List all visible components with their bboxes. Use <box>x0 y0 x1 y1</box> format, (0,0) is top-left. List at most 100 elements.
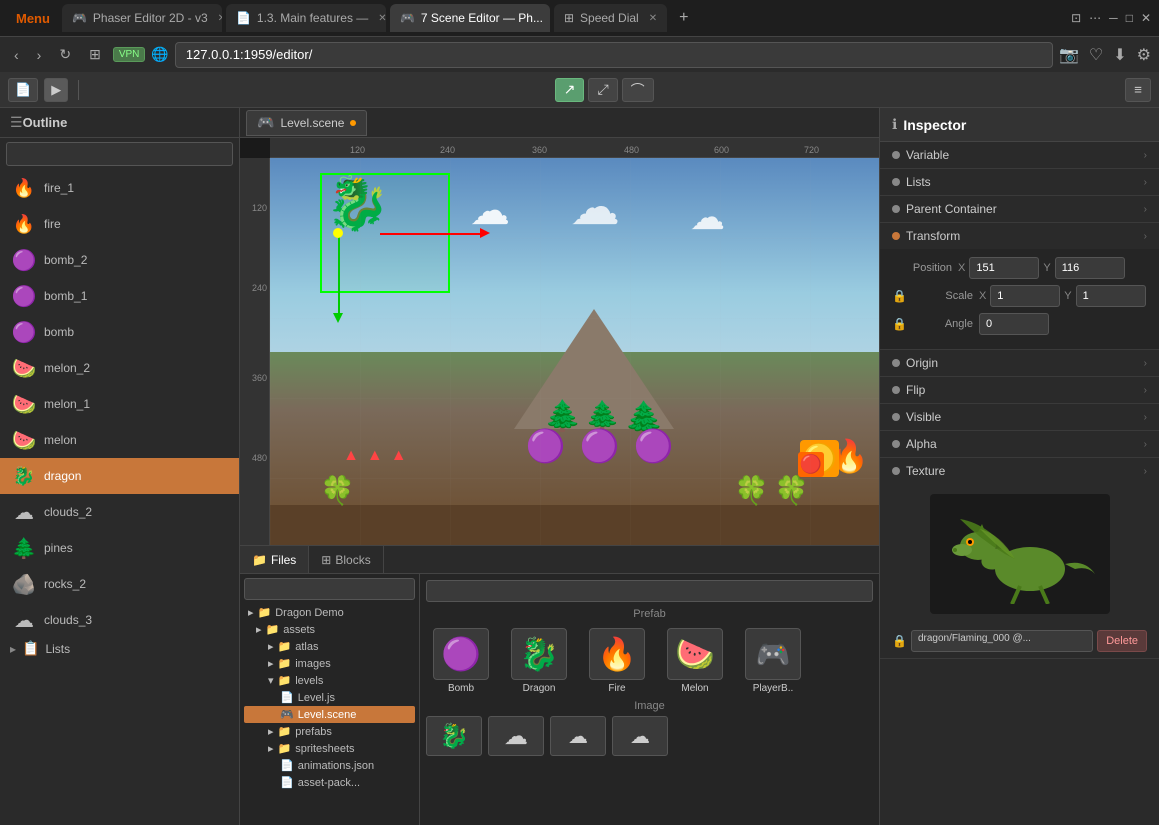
dragon-selected-container[interactable]: 🐉 <box>325 178 390 230</box>
forward-button[interactable]: › <box>31 45 48 65</box>
tab-features[interactable]: 📄 1.3. Main features — ✕ <box>226 4 386 32</box>
section-variable-header[interactable]: Variable › <box>880 142 1159 168</box>
tab-scene-editor[interactable]: 🎮 7 Scene Editor — Ph... ✕ <box>390 4 550 32</box>
image-cloud1[interactable]: ☁ <box>488 716 544 756</box>
maximize-icon[interactable]: □ <box>1126 11 1133 25</box>
sidebar-item-bomb1[interactable]: 🟣 bomb_1 <box>0 278 239 314</box>
scale-y-input[interactable] <box>1076 285 1146 307</box>
tree-item-spritesheets[interactable]: ▸ 📁 spritesheets <box>244 740 415 757</box>
angle-input[interactable] <box>979 313 1049 335</box>
prefab-playerb[interactable]: 🎮 PlayerB.. <box>738 628 808 694</box>
tree-item-images[interactable]: ▸ 📁 images <box>244 655 415 672</box>
file-icon-button[interactable]: 📄 <box>8 78 38 102</box>
sidebar-item-melon2[interactable]: 🍉 melon_2 <box>0 350 239 386</box>
settings-icon[interactable]: ⚙ <box>1137 45 1151 65</box>
vpn-badge[interactable]: VPN <box>113 47 146 62</box>
ruler-tick-360: 360 <box>532 145 547 155</box>
prefab-fire-thumb: 🔥 <box>589 628 645 680</box>
sidebar-item-dragon[interactable]: 🐉 dragon <box>0 458 239 494</box>
new-tab-button[interactable]: + <box>671 5 696 31</box>
sidebar-item-lists[interactable]: ▸ 📋 Lists <box>0 638 239 659</box>
sidebar-item-bomb[interactable]: 🟣 bomb <box>0 314 239 350</box>
section-transform-header[interactable]: Transform › <box>880 223 1159 249</box>
tree-item-levels[interactable]: ▾ 📁 levels <box>244 672 415 689</box>
curve-tool-button[interactable]: ⌒ <box>622 78 654 102</box>
tab-close-phaser[interactable]: ✕ <box>218 13 222 24</box>
scale-x-input[interactable] <box>990 285 1060 307</box>
position-y-input[interactable] <box>1055 257 1125 279</box>
minimize-icon[interactable]: ─ <box>1109 11 1118 25</box>
tab-label-scene: 7 Scene Editor — Ph... <box>421 11 543 25</box>
game-scene-canvas[interactable]: ☁ ☁ ☁ 🌲 🌲 🌲 🍀 🍀 🍀 <box>270 158 879 545</box>
sidebar-item-rocks2[interactable]: 🪨 rocks_2 <box>0 566 239 602</box>
blocks-search[interactable] <box>426 580 873 602</box>
back-button[interactable]: ‹ <box>8 45 25 65</box>
file-search[interactable] <box>244 578 415 600</box>
prefab-dragon[interactable]: 🐉 Dragon <box>504 628 574 694</box>
sidebar-item-clouds3[interactable]: ☁ clouds_3 <box>0 602 239 638</box>
sidebar-item-clouds2[interactable]: ☁ clouds_2 <box>0 494 239 530</box>
image-cloud2[interactable]: ☁ <box>550 716 606 756</box>
section-lists-header[interactable]: Lists › <box>880 169 1159 195</box>
prefab-melon[interactable]: 🍉 Melon <box>660 628 730 694</box>
browser-menu[interactable]: Menu <box>8 7 58 30</box>
menu-button[interactable]: ≡ <box>1125 78 1151 102</box>
tab-close-speed[interactable]: ✕ <box>649 13 657 24</box>
sidebar-search[interactable] <box>6 142 233 166</box>
prefab-fire[interactable]: 🔥 Fire <box>582 628 652 694</box>
tab-grid-button[interactable]: ⊞ <box>83 44 107 65</box>
tab-phaser[interactable]: 🎮 Phaser Editor 2D - v3 ✕ <box>62 4 222 32</box>
prefab-bomb[interactable]: 🟣 Bomb <box>426 628 496 694</box>
sidebar-item-melon[interactable]: 🍉 melon <box>0 422 239 458</box>
section-visible-header[interactable]: Visible › <box>880 404 1159 430</box>
tab-speed-dial[interactable]: ⊞ Speed Dial ✕ <box>554 4 667 32</box>
sidebar-item-fire1[interactable]: 🔥 fire_1 <box>0 170 239 206</box>
translate-tool-button[interactable]: ⤢ <box>588 78 617 102</box>
tree-item-prefabs[interactable]: ▸ 📁 prefabs <box>244 723 415 740</box>
melon-ground-3: 🍀 <box>774 474 809 507</box>
section-alpha-header[interactable]: Alpha › <box>880 431 1159 457</box>
position-x-input[interactable] <box>969 257 1039 279</box>
tree-item-root[interactable]: ▸ 📁 Dragon Demo <box>244 604 415 621</box>
alpha-dot <box>892 440 900 448</box>
select-tool-button[interactable]: ↗ <box>555 78 585 102</box>
tree-item-assetpack[interactable]: 📄 asset-pack... <box>244 774 415 791</box>
section-parent-container: Parent Container › <box>880 196 1159 223</box>
sidebar-item-melon1[interactable]: 🍉 melon_1 <box>0 386 239 422</box>
bottom-tab-files[interactable]: 📁 Files <box>240 546 309 573</box>
download-icon[interactable]: ⬇ <box>1113 45 1126 65</box>
sidebar-item-pines[interactable]: 🌲 pines <box>0 530 239 566</box>
sidebar-item-fire[interactable]: 🔥 fire <box>0 206 239 242</box>
triangles-row: ▲ ▲ ▲ <box>343 447 407 465</box>
play-button[interactable]: ▶ <box>44 78 68 102</box>
texture-input[interactable]: dragon/Flaming_000 @... <box>911 630 1093 652</box>
tab-close-features[interactable]: ✕ <box>378 13 386 24</box>
pines-icon: 🌲 <box>10 534 38 562</box>
scale-lock-icon[interactable]: 🔒 <box>892 289 907 303</box>
reload-button[interactable]: ↻ <box>53 44 77 65</box>
screenshot-icon[interactable]: 📷 <box>1059 45 1079 65</box>
image-cloud3[interactable]: ☁ <box>612 716 668 756</box>
bookmark-icon[interactable]: ♡ <box>1089 45 1103 65</box>
section-parent-header[interactable]: Parent Container › <box>880 196 1159 222</box>
scene-tab-level[interactable]: 🎮 Level.scene <box>246 110 367 136</box>
bomb1-label: bomb_1 <box>44 289 87 303</box>
canvas-wrapper[interactable]: 120 240 360 480 600 720 840 120 240 360 … <box>240 138 879 545</box>
more-icon[interactable]: ⋯ <box>1089 11 1101 25</box>
cast-icon[interactable]: ⊡ <box>1071 11 1081 25</box>
section-origin-header[interactable]: Origin › <box>880 350 1159 376</box>
bottom-tab-blocks[interactable]: ⊞ Blocks <box>309 546 383 573</box>
section-flip-header[interactable]: Flip › <box>880 377 1159 403</box>
tree-item-levelscene[interactable]: 🎮 Level.scene <box>244 706 415 723</box>
tree-item-assets[interactable]: ▸ 📁 assets <box>244 621 415 638</box>
delete-button[interactable]: Delete <box>1097 630 1147 652</box>
close-icon[interactable]: ✕ <box>1141 11 1151 25</box>
sidebar-item-bomb2[interactable]: 🟣 bomb_2 <box>0 242 239 278</box>
image-dragon[interactable]: 🐉 <box>426 716 482 756</box>
tree-item-animations[interactable]: 📄 animations.json <box>244 757 415 774</box>
tree-item-atlas[interactable]: ▸ 📁 atlas <box>244 638 415 655</box>
tree-item-leveljs[interactable]: 📄 Level.js <box>244 689 415 706</box>
prefab-dragon-thumb: 🐉 <box>511 628 567 680</box>
section-texture-header[interactable]: Texture › <box>880 458 1159 484</box>
address-bar[interactable] <box>175 42 1053 68</box>
